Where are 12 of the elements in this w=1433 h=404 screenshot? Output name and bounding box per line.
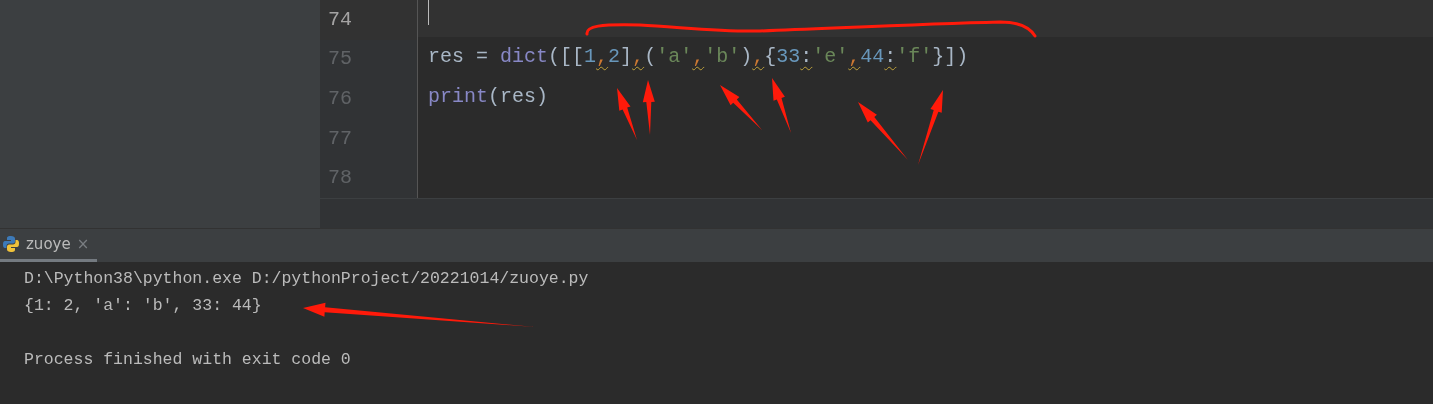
annotation-arrow [720, 85, 762, 130]
code-line: res = dict([[1,2],('a','b'),{33:'e',44:'f'}]) [428, 47, 969, 67]
console-line: D:\Python38\python.exe D:/pythonProject/20221014/zuoye.py [24, 268, 589, 291]
code-line: print(res) [428, 87, 549, 107]
annotation-arrow [772, 78, 791, 133]
python-logo-icon [2, 235, 20, 253]
console-line: {1: 2, 'a': 'b', 33: 44} [24, 295, 262, 318]
console-line: Process finished with exit code 0 [24, 349, 351, 372]
tab-label: zuoye [26, 233, 71, 255]
line-number: 74 [328, 6, 352, 33]
text-cursor [428, 0, 429, 25]
annotation-arrow [617, 88, 637, 140]
